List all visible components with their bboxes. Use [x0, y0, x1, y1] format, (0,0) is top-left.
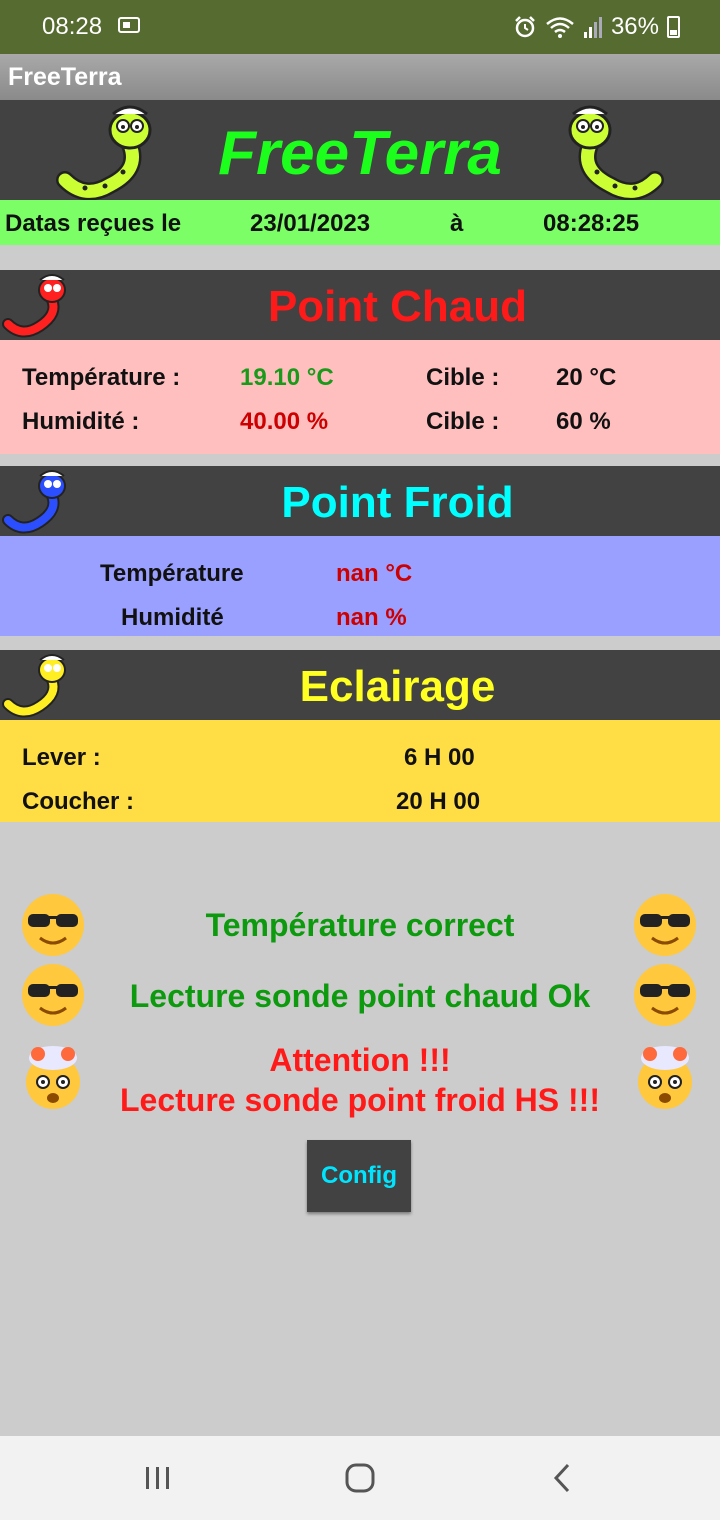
sim-card-icon: [118, 17, 140, 33]
data-received-band: Datas reçues le 23/01/2023 à 08:28:25: [0, 200, 720, 245]
hot-humidity-target-label: Cible :: [426, 408, 500, 435]
status-time: 08:28: [42, 13, 103, 40]
wifi-icon: [546, 17, 574, 38]
snake-logo-icon: [568, 105, 664, 200]
hot-temperature-target-label: Cible :: [426, 364, 500, 391]
data-received-at: à: [450, 210, 464, 237]
app-bar-title: FreeTerra: [8, 63, 122, 91]
app-bar: FreeTerra: [0, 54, 720, 100]
hot-point-title: Point Chaud: [267, 282, 528, 331]
home-button[interactable]: [330, 1458, 390, 1498]
hot-humidity-target: 60 %: [556, 408, 611, 435]
status-icons: 36%: [513, 13, 680, 41]
cold-point-panel: Température nan °C Humidité nan %: [0, 536, 720, 636]
battery-icon: [667, 16, 680, 38]
cold-point-title: Point Froid: [281, 478, 514, 527]
lighting-panel: Lever : 6 H 00 Coucher : 20 H 00: [0, 720, 720, 822]
cold-temperature-value: nan °C: [336, 560, 413, 587]
lighting-header: Eclairage: [0, 650, 720, 720]
data-received-time: 08:28:25: [543, 210, 640, 237]
home-icon: [345, 1463, 375, 1493]
signal-icon: [583, 17, 602, 38]
hot-humidity-label: Humidité :: [22, 408, 140, 435]
cold-point-header: Point Froid: [0, 466, 720, 536]
hot-temperature-label: Température :: [22, 364, 181, 391]
exploding-head-emoji-icon: [638, 1046, 692, 1109]
sunset-value: 20 H 00: [396, 788, 481, 815]
config-button[interactable]: Config: [307, 1140, 411, 1212]
cold-temperature-label: Température: [100, 560, 244, 587]
alarm-icon: [515, 16, 535, 38]
cold-humidity-value: nan %: [336, 604, 407, 631]
cold-probe-status-message: Lecture sonde point froid HS !!!: [120, 1082, 600, 1118]
back-button[interactable]: [532, 1458, 592, 1498]
data-received-label: Datas reçues le: [5, 210, 182, 237]
back-icon: [553, 1463, 570, 1493]
sunglasses-emoji-icon: [634, 894, 696, 956]
title-band: FreeTerra: [0, 100, 720, 200]
data-received-date: 23/01/2023: [250, 210, 371, 237]
lighting-title: Eclairage: [299, 662, 496, 711]
sunglasses-emoji-icon: [634, 964, 696, 1026]
navigation-bar: [0, 1436, 720, 1520]
hot-point-header: Point Chaud: [0, 270, 720, 340]
hot-humidity-value: 40.00 %: [240, 408, 329, 435]
status-bar: 08:28 36%: [0, 0, 720, 54]
battery-percent: 36%: [610, 13, 659, 40]
cold-probe-attention-message: Attention !!!: [269, 1042, 451, 1078]
hot-temperature-target: 20 °C: [556, 364, 617, 391]
sunrise-label: Lever :: [22, 744, 101, 771]
temperature-status-message: Température correct: [205, 907, 515, 943]
hot-probe-status-message: Lecture sonde point chaud Ok: [129, 978, 591, 1014]
cold-humidity-label: Humidité: [121, 604, 224, 631]
sunrise-value: 6 H 00: [404, 744, 475, 771]
hot-temperature-value: 19.10 °C: [240, 364, 334, 391]
hot-point-panel: Température : 19.10 °C Cible : 20 °C Hum…: [0, 340, 720, 454]
recent-apps-icon: [146, 1467, 169, 1489]
recent-apps-button[interactable]: [128, 1458, 188, 1498]
sunset-label: Coucher :: [22, 788, 135, 815]
